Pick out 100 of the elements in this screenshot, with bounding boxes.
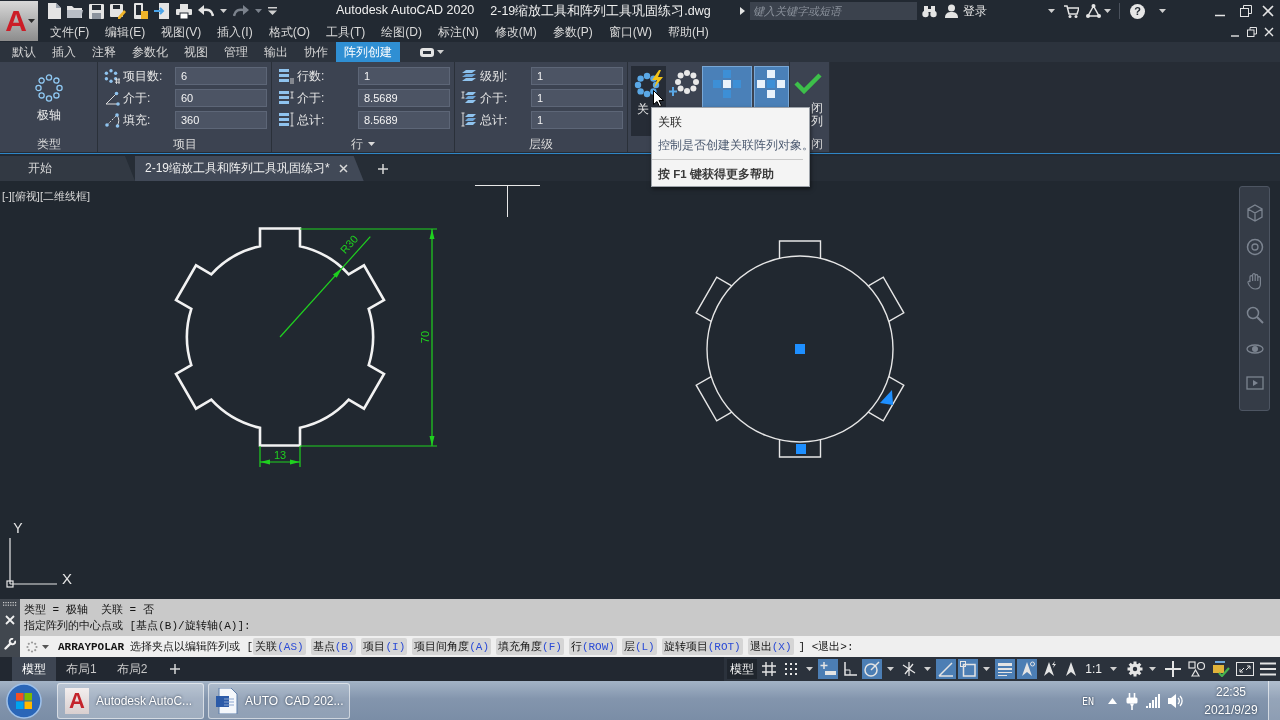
caret-icon[interactable] <box>1149 667 1156 671</box>
status-toggle-button[interactable] <box>995 659 1016 679</box>
grip-dots-icon[interactable] <box>3 602 17 606</box>
status-toggle-button[interactable] <box>958 659 979 679</box>
search-field[interactable]: 键入关键字或短语 <box>750 2 917 20</box>
status-toggle-button[interactable] <box>936 659 957 679</box>
fullscreen-icon[interactable] <box>1236 662 1254 676</box>
restore-icon[interactable] <box>1247 27 1257 37</box>
caret-icon[interactable] <box>1048 9 1055 13</box>
menu-icon[interactable] <box>1260 662 1276 676</box>
command-option[interactable]: 行(ROW) <box>568 638 617 655</box>
command-option[interactable]: 退出(X) <box>747 638 794 655</box>
ribbon-tab[interactable]: 插入 <box>44 42 84 62</box>
menu-item[interactable]: 窗口(W) <box>608 23 652 41</box>
menu-item[interactable]: 参数(P) <box>552 23 593 41</box>
ribbon-tab[interactable]: 参数化 <box>124 42 176 62</box>
value-field[interactable]: 1 <box>358 67 450 85</box>
gear-icon[interactable] <box>1127 661 1143 677</box>
command-option[interactable]: 基点(B) <box>310 638 357 655</box>
close-icon[interactable] <box>1264 27 1274 37</box>
cart-icon[interactable] <box>1064 4 1079 18</box>
value-field[interactable]: 8.5689 <box>358 89 450 107</box>
caret-icon[interactable] <box>1104 9 1111 13</box>
folder-icon[interactable] <box>67 4 83 18</box>
ribbon-tab[interactable]: 视图 <box>176 42 216 62</box>
ribbon-tab[interactable]: 阵列创建 <box>336 42 400 62</box>
taskbar-button[interactable]: A Autodesk AutoC... <box>57 683 204 719</box>
sign-in-link[interactable]: 登录 <box>963 2 987 20</box>
undo-arrow-icon[interactable] <box>198 5 214 17</box>
triangle-grip-icon[interactable] <box>880 390 893 405</box>
start-button[interactable] <box>4 681 44 720</box>
caret-icon[interactable] <box>924 667 932 671</box>
caret-icon[interactable] <box>220 9 227 13</box>
command-option[interactable]: 填充角度(F) <box>496 638 564 655</box>
close-icon[interactable] <box>338 164 348 173</box>
restore-icon[interactable] <box>1240 5 1252 17</box>
menu-item[interactable]: 格式(O) <box>268 23 310 41</box>
graphics-check-icon[interactable] <box>1212 661 1230 677</box>
menu-item[interactable]: 文件(F) <box>50 23 90 41</box>
annotation-scale-text[interactable]: 1:1 <box>1083 662 1104 676</box>
redo-arrow-icon[interactable] <box>233 5 249 17</box>
menu-item[interactable]: 标注(N) <box>438 23 479 41</box>
menu-item[interactable]: 工具(T) <box>326 23 366 41</box>
magnifier-icon[interactable] <box>1245 306 1264 324</box>
ribbon-tab[interactable]: 输出 <box>256 42 296 62</box>
layout-tab[interactable]: 模型 <box>12 657 56 681</box>
signal-bars-icon[interactable] <box>1146 694 1161 708</box>
plus-icon[interactable] <box>1165 661 1181 677</box>
triangle-nodes-icon[interactable] <box>1086 4 1101 18</box>
caret-icon[interactable] <box>806 667 814 671</box>
status-toggle-button[interactable] <box>818 659 839 679</box>
caret-icon[interactable] <box>255 9 262 13</box>
viewport-controls-label[interactable]: [-][俯视][二维线框] <box>2 189 90 204</box>
binoculars-icon[interactable] <box>922 4 937 18</box>
value-field[interactable]: 1 <box>531 111 623 129</box>
plus-icon[interactable] <box>170 664 181 674</box>
speaker-icon[interactable] <box>1168 694 1183 708</box>
caret-icon[interactable] <box>368 142 375 146</box>
menu-item[interactable]: 插入(I) <box>217 23 253 41</box>
caret-icon[interactable] <box>1110 667 1117 671</box>
command-option[interactable]: 关联(AS) <box>253 638 306 655</box>
recent-commands-button[interactable] <box>26 640 49 653</box>
cube-icon[interactable] <box>1245 204 1264 222</box>
expand-arrow-icon[interactable] <box>740 7 745 15</box>
value-field[interactable]: 6 <box>175 67 267 85</box>
command-option[interactable]: 项目(I) <box>361 638 408 655</box>
value-field[interactable]: 1 <box>531 67 623 85</box>
command-option[interactable]: 旋转项目(ROT) <box>661 638 743 655</box>
ribbon-tab[interactable]: 管理 <box>216 42 256 62</box>
new-document-icon[interactable] <box>48 3 61 19</box>
model-space-button[interactable]: 模型 <box>727 659 758 679</box>
customize-caret-icon[interactable] <box>268 7 277 15</box>
value-field[interactable]: 360 <box>175 111 267 129</box>
status-toggle-button[interactable] <box>862 659 883 679</box>
menu-item[interactable]: 编辑(E) <box>105 23 146 41</box>
floppy-pencil-icon[interactable] <box>110 3 126 19</box>
command-option[interactable]: 层(L) <box>621 638 657 655</box>
menu-item[interactable]: 帮助(H) <box>668 23 709 41</box>
command-option[interactable]: 项目间角度(A) <box>412 638 492 655</box>
printer-icon[interactable] <box>176 3 192 19</box>
menu-item[interactable]: 绘图(D) <box>381 23 422 41</box>
square-grip-icon[interactable] <box>795 344 805 354</box>
shapes-icon[interactable] <box>1188 661 1206 677</box>
value-field[interactable]: 1 <box>531 89 623 107</box>
document-tab[interactable]: 2-19缩放工具和阵列工具巩固练习* <box>135 156 364 181</box>
polar-array-button[interactable]: 极轴 <box>20 68 78 130</box>
value-field[interactable]: 8.5689 <box>358 111 450 129</box>
export-document-icon[interactable] <box>154 3 170 19</box>
square-grip-icon[interactable] <box>796 444 806 454</box>
caret-icon[interactable] <box>1159 9 1166 13</box>
layout-tab[interactable]: 布局1 <box>56 657 107 681</box>
film-icon[interactable] <box>1245 374 1264 392</box>
caret-icon[interactable] <box>887 667 895 671</box>
hand-icon[interactable] <box>1245 272 1264 290</box>
ribbon-tab[interactable]: 协作 <box>296 42 336 62</box>
document-tab[interactable]: 开始 <box>0 156 135 181</box>
close-array-button[interactable]: 闭 列 <box>792 66 829 136</box>
help-button[interactable]: ? <box>1130 3 1145 19</box>
close-icon[interactable] <box>1262 5 1274 17</box>
menu-item[interactable]: 视图(V) <box>161 23 202 41</box>
